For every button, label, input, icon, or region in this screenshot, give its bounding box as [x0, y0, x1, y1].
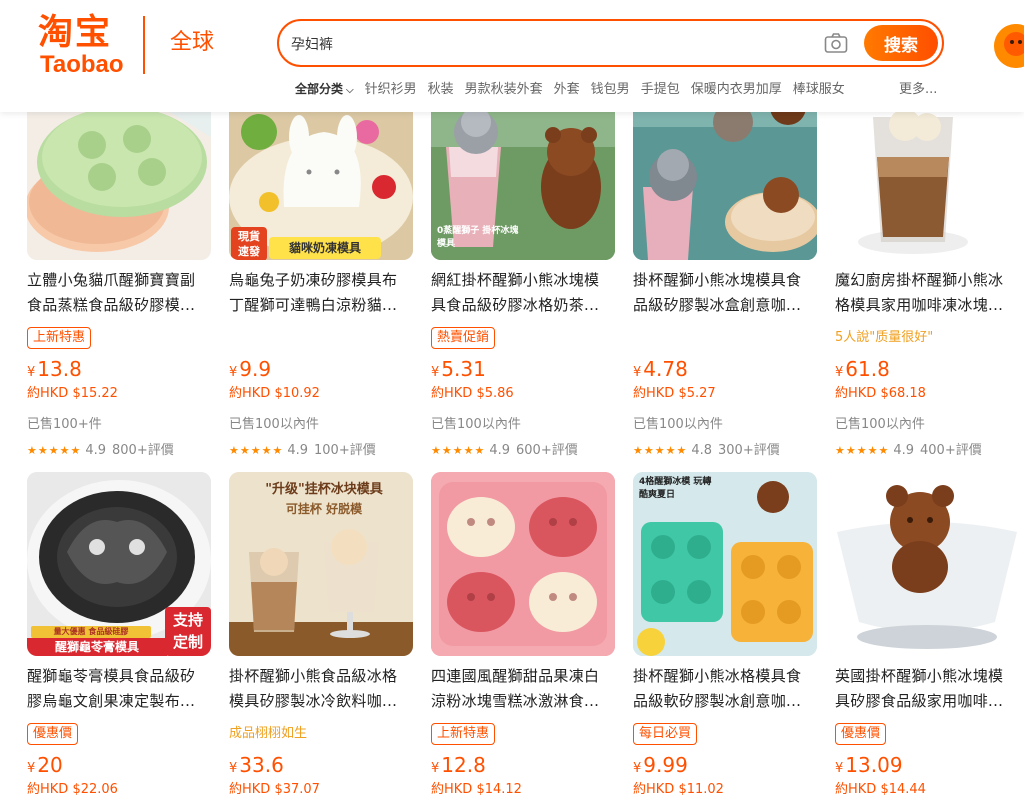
thumb-tag: 0蒸醒獅子 掛杯冰塊模具: [437, 226, 519, 249]
nav-item[interactable]: 手提包: [641, 80, 680, 100]
rating: ★★★★★ 4.9 100+評價: [229, 443, 376, 458]
sold-count: 已售100以內件: [835, 417, 925, 432]
logo-divider: [143, 16, 145, 74]
product-title[interactable]: 烏龜兔子奶凍矽膠模具布 丁醒獅可達鴨白涼粉貓...: [229, 268, 417, 318]
sold-count: 已售100以內件: [229, 417, 319, 432]
search-button[interactable]: 搜索: [864, 25, 938, 61]
nav-item[interactable]: 棒球服女: [793, 80, 845, 100]
hkd-price: 約HKD $5.86: [431, 386, 514, 401]
product-image[interactable]: [431, 472, 615, 656]
price: ¥33.6: [229, 753, 284, 777]
search-input[interactable]: [291, 32, 811, 56]
star-icon: ★★★★★: [431, 444, 486, 457]
thumb-tag: 貓咪奶凍模具: [269, 237, 381, 259]
category-nav: 全部分类 ⌵ 针织衫男 秋装 男款秋装外套 外套 钱包男 手提包 保暖内衣男加厚 …: [295, 80, 856, 100]
nav-item[interactable]: 钱包男: [591, 80, 630, 100]
rating: ★★★★★ 4.9 800+評價: [27, 443, 174, 458]
price: ¥9.9: [229, 357, 272, 381]
hkd-price: 約HKD $68.18: [835, 386, 926, 401]
thumb-tag: 現貨速發: [231, 227, 267, 260]
price: ¥13.09: [835, 753, 903, 777]
promo-badge: 優惠價: [835, 723, 887, 745]
star-icon: ★★★★★: [229, 444, 284, 457]
price: ¥9.99: [633, 753, 688, 777]
product-image[interactable]: [835, 472, 1019, 656]
product-title[interactable]: 立體小兔貓爪醒獅寶寶副 食品蒸糕食品級矽膠模...: [27, 268, 215, 318]
taobao-logo[interactable]: 淘宝 Taobao: [38, 14, 138, 78]
star-icon: ★★★★★: [27, 444, 82, 457]
thumb-tag: "升级"挂杯冰块模具: [265, 482, 383, 497]
hkd-price: 約HKD $14.44: [835, 782, 926, 797]
promo-badge: 優惠價: [27, 723, 79, 745]
chevron-down-icon: ⌵: [346, 85, 354, 96]
nav-more[interactable]: 更多...: [899, 80, 937, 100]
search-box: 搜索: [277, 19, 944, 67]
hkd-price: 約HKD $37.07: [229, 782, 320, 797]
price: ¥61.8: [835, 357, 890, 381]
top-header: 淘宝 Taobao 全球 搜索 全部分类⌵ 针织衫男 秋装 男款秋装外套 外套 …: [0, 0, 1024, 112]
thumb-tag: 醒獅龜苓膏模具: [27, 638, 167, 656]
rating: ★★★★★ 4.9 400+評價: [835, 443, 982, 458]
sold-count: 已售100+件: [27, 417, 102, 432]
product-grid: 立體小兔貓爪醒獅寶寶副 食品蒸糕食品級矽膠模... 上新特惠 ¥13.8 約HK…: [0, 0, 1024, 797]
price: ¥13.8: [27, 357, 82, 381]
review-note: 5人說"质量很好": [835, 330, 934, 345]
promo-badge: 上新特惠: [431, 723, 496, 745]
review-note: 成品栩栩如生: [229, 726, 308, 741]
sold-count: 已售100以內件: [633, 417, 723, 432]
rating: ★★★★★ 4.9 600+評價: [431, 443, 578, 458]
product-image[interactable]: "升级"挂杯冰块模具 可挂杯 好脱模: [229, 472, 413, 656]
product-title[interactable]: 醒獅龜苓膏模具食品級矽 膠烏龜文創果凍定製布...: [27, 664, 215, 714]
rating: ★★★★★ 4.8 300+評價: [633, 443, 780, 458]
nav-item[interactable]: 男款秋装外套: [465, 80, 543, 100]
product-title[interactable]: 網紅掛杯醒獅小熊冰塊模 具食品級矽膠冰格奶茶...: [431, 268, 619, 318]
product-title[interactable]: 掛杯醒獅小熊食品級冰格 模具矽膠製冰冷飲料咖...: [229, 664, 417, 714]
price: ¥20: [27, 753, 63, 777]
hkd-price: 約HKD $22.06: [27, 782, 118, 797]
hkd-price: 約HKD $11.02: [633, 782, 724, 797]
price: ¥5.31: [431, 357, 486, 381]
nav-item[interactable]: 外套: [554, 80, 580, 100]
price: ¥4.78: [633, 357, 688, 381]
product-title[interactable]: 英國掛杯醒獅小熊冰塊模 具矽膠食品級家用咖啡...: [835, 664, 1023, 714]
avatar[interactable]: [994, 24, 1024, 68]
star-icon: ★★★★★: [633, 444, 688, 457]
product-title[interactable]: 掛杯醒獅小熊冰格模具食 品級軟矽膠製冰創意咖...: [633, 664, 821, 714]
promo-badge: 上新特惠: [27, 327, 92, 349]
hkd-price: 約HKD $14.12: [431, 782, 522, 797]
nav-item[interactable]: 针织衫男: [365, 80, 417, 100]
hkd-price: 約HKD $10.92: [229, 386, 320, 401]
nav-item[interactable]: 保暖内衣男加厚: [691, 80, 782, 100]
site-name[interactable]: 全球: [170, 30, 214, 56]
thumb-tag: 支持定制: [165, 607, 211, 656]
product-image[interactable]: 量大優惠 食品級硅膠 醒獅龜苓膏模具 支持定制: [27, 472, 211, 656]
hkd-price: 約HKD $15.22: [27, 386, 118, 401]
product-image[interactable]: 4格醒獅冰模 玩轉酷爽夏日: [633, 472, 817, 656]
thumb-tag: 4格醒獅冰模 玩轉酷爽夏日: [639, 477, 712, 500]
promo-badge: 熱賣促銷: [431, 327, 496, 349]
camera-icon[interactable]: [824, 32, 848, 54]
product-title[interactable]: 魔幻廚房掛杯醒獅小熊冰 格模具家用咖啡凍冰塊...: [835, 268, 1023, 318]
price: ¥12.8: [431, 753, 486, 777]
sold-count: 已售100以內件: [431, 417, 521, 432]
product-title[interactable]: 掛杯醒獅小熊冰塊模具食 品級矽膠製冰盒創意咖...: [633, 268, 821, 318]
star-icon: ★★★★★: [835, 444, 890, 457]
hkd-price: 約HKD $5.27: [633, 386, 716, 401]
nav-all-categories[interactable]: 全部分类 ⌵: [295, 79, 354, 101]
thumb-tag: 可挂杯 好脱模: [285, 502, 363, 516]
product-title[interactable]: 四連國風醒獅甜品果凍白 涼粉冰塊雪糕冰激淋食...: [431, 664, 619, 714]
nav-item[interactable]: 秋装: [428, 80, 454, 100]
thumb-tag: 量大優惠 食品級硅膠: [31, 626, 151, 638]
promo-badge: 每日必買: [633, 723, 698, 745]
